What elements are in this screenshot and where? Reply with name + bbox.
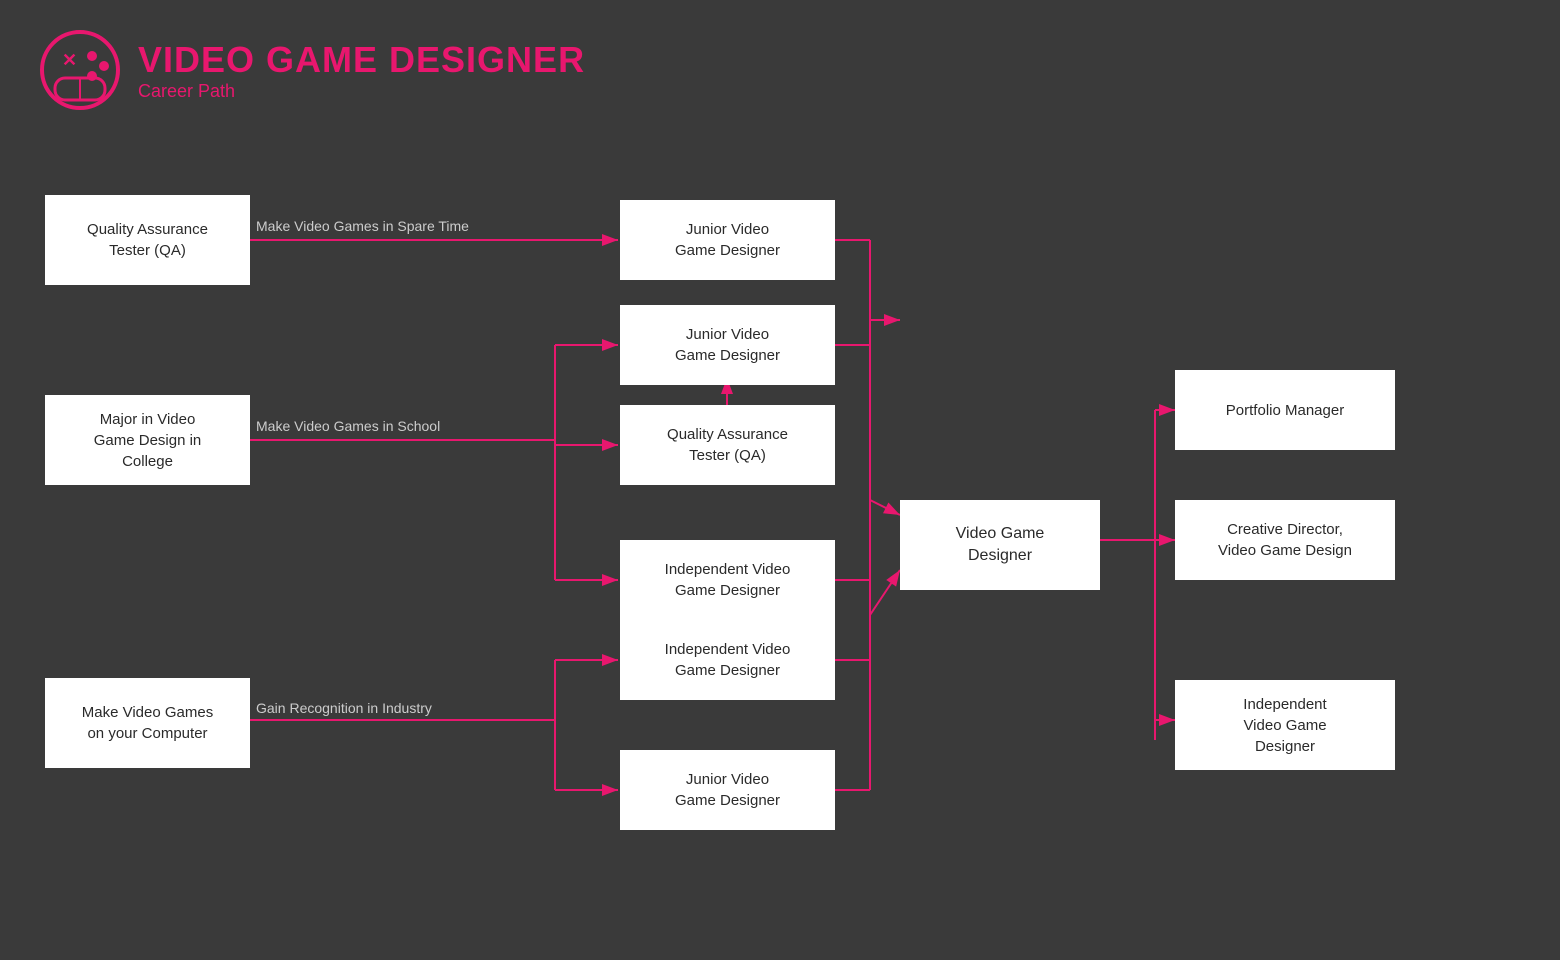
box-junior-vgd-mid: Junior VideoGame Designer	[620, 305, 835, 385]
box-major-college: Major in VideoGame Design inCollege	[45, 395, 250, 485]
label-gain-recognition: Gain Recognition in Industry	[256, 700, 432, 716]
box-junior-vgd-bot: Junior VideoGame Designer	[620, 750, 835, 830]
box-video-game-designer: Video GameDesigner	[900, 500, 1100, 590]
box-make-games-computer: Make Video Gameson your Computer	[45, 678, 250, 768]
box-qa-tester-mid: Quality AssuranceTester (QA)	[620, 405, 835, 485]
header: ✕ VIDEO GAME DESIGNER Career Path	[0, 0, 1560, 140]
box-junior-vgd-top: Junior VideoGame Designer	[620, 200, 835, 280]
box-indie-vgd-bot: Independent VideoGame Designer	[620, 620, 835, 700]
box-creative-director: Creative Director,Video Game Design	[1175, 500, 1395, 580]
box-indie-vgd-final: IndependentVideo GameDesigner	[1175, 680, 1395, 770]
box-qa-tester-start: Quality AssuranceTester (QA)	[45, 195, 250, 285]
box-portfolio-manager: Portfolio Manager	[1175, 370, 1395, 450]
label-spare-time: Make Video Games in Spare Time	[256, 218, 469, 234]
box-indie-vgd-mid: Independent VideoGame Designer	[620, 540, 835, 620]
label-in-school: Make Video Games in School	[256, 418, 440, 434]
page-title: VIDEO GAME DESIGNER	[138, 39, 585, 81]
logo-icon: ✕	[40, 30, 120, 110]
svg-text:✕: ✕	[62, 50, 77, 70]
page-subtitle: Career Path	[138, 81, 585, 102]
career-diagram: Quality AssuranceTester (QA) Major in Vi…	[0, 150, 1560, 960]
header-text: VIDEO GAME DESIGNER Career Path	[138, 39, 585, 102]
